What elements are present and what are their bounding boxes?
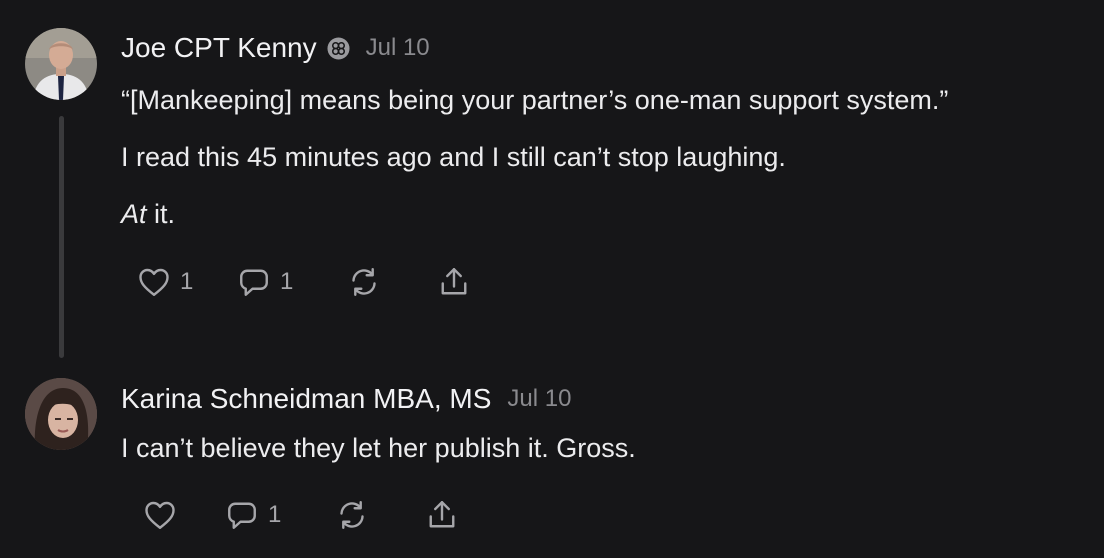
comment-header: Joe CPT Kenny Jul 10	[121, 32, 430, 64]
author-name[interactable]: Joe CPT Kenny	[121, 32, 317, 64]
comment-header: Karina Schneidman MBA, MS Jul 10	[121, 383, 571, 415]
comment-icon	[240, 269, 268, 296]
share-button[interactable]	[424, 497, 460, 533]
author-name[interactable]: Karina Schneidman MBA, MS	[121, 383, 491, 415]
restack-button[interactable]	[346, 264, 382, 300]
comment-text: I can’t believe they let her publish it.…	[121, 433, 636, 463]
avatar[interactable]	[25, 378, 97, 450]
share-icon	[429, 501, 455, 528]
restack-icon	[340, 501, 364, 529]
italic-text: At	[121, 199, 147, 229]
comment-button[interactable]: 1	[236, 264, 293, 300]
reply-count: 1	[268, 501, 282, 528]
like-button[interactable]	[142, 497, 178, 533]
restack-button[interactable]	[334, 497, 370, 533]
share-icon	[441, 268, 467, 295]
heart-icon	[139, 268, 169, 296]
badge-icon	[327, 36, 350, 60]
heart-icon	[145, 501, 175, 529]
avatar[interactable]	[25, 28, 97, 100]
comment-text: I read this 45 minutes ago and I still c…	[121, 142, 786, 172]
like-button[interactable]: 1	[136, 264, 193, 300]
thread-line	[59, 116, 64, 358]
restack-icon	[352, 268, 376, 296]
comment-date[interactable]: Jul 10	[507, 385, 571, 413]
comment-button[interactable]: 1	[224, 497, 281, 533]
share-button[interactable]	[436, 264, 472, 300]
text-rest: it.	[146, 199, 176, 229]
comment-date[interactable]: Jul 10	[366, 34, 430, 62]
comment-text: “[Mankeeping] means being your partner’s…	[121, 85, 949, 115]
comment-text: At it.	[121, 199, 175, 230]
like-count: 1	[180, 268, 194, 295]
comment-icon	[228, 502, 256, 529]
reply-count: 1	[280, 268, 294, 295]
